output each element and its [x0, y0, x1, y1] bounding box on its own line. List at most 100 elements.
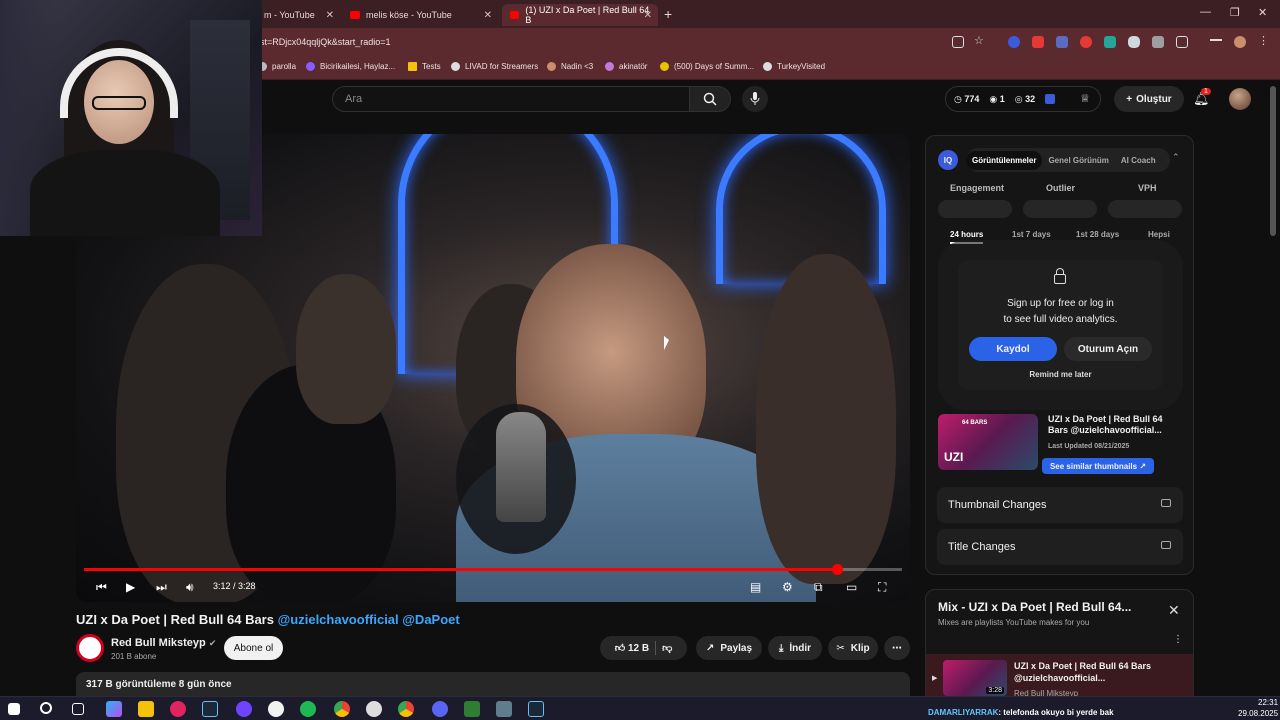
channel-stats-bar[interactable]: ◷ 774 ◉ 1 ◎ 32: [945, 86, 1101, 112]
seek-handle[interactable]: [831, 564, 843, 575]
create-button[interactable]: + Oluştur: [1114, 86, 1184, 112]
subtitles-icon[interactable]: ▤: [750, 580, 761, 594]
range-7-days[interactable]: 1st 7 days: [1012, 230, 1051, 239]
star-icon[interactable]: ☆: [974, 34, 986, 47]
playlist-item[interactable]: ▶ 3:28 UZI x Da Poet | Red Bull 64 Bars …: [926, 654, 1193, 698]
remind-later-link[interactable]: Remind me later: [958, 370, 1163, 379]
dislike-button[interactable]: 👎︎: [662, 642, 672, 654]
playlist-icon[interactable]: [1210, 39, 1222, 47]
profile-icon[interactable]: [1234, 36, 1246, 48]
seek-bar[interactable]: [84, 564, 902, 575]
windows-start-icon[interactable]: [8, 703, 20, 715]
extension-icon[interactable]: [1056, 36, 1068, 48]
search-icon[interactable]: [40, 702, 52, 714]
video-thumbnail[interactable]: 64 BARS UZI: [938, 414, 1038, 470]
tab-youtube-1[interactable]: m - YouTube ✕: [256, 4, 340, 26]
bookmark-500-days[interactable]: (500) Days of Summ...: [660, 62, 754, 71]
bookmark-akinator[interactable]: akinatör: [605, 62, 647, 71]
steam-icon[interactable]: [528, 701, 544, 717]
clip-button[interactable]: ✂ Klip: [828, 636, 878, 660]
download-button[interactable]: ⤓ İndir: [768, 636, 822, 660]
new-tab-icon[interactable]: +: [664, 6, 672, 22]
bookmark-turkeyvisited[interactable]: TurkeyVisited: [763, 62, 825, 71]
search-button[interactable]: [689, 86, 731, 112]
steam-icon[interactable]: [202, 701, 218, 717]
bookmark-tests[interactable]: Tests: [408, 62, 441, 71]
app-icon[interactable]: [236, 701, 252, 717]
url-text[interactable]: st=RDjcx04qqljQk&start_radio=1: [260, 37, 391, 47]
task-view-icon[interactable]: [72, 703, 84, 715]
obs-icon[interactable]: [366, 701, 382, 717]
account-avatar[interactable]: [1229, 88, 1251, 110]
close-icon[interactable]: ✕: [326, 10, 334, 21]
next-icon[interactable]: ⏭: [156, 580, 167, 595]
close-icon[interactable]: ✕: [1168, 602, 1180, 619]
minimize-icon[interactable]: —: [1200, 6, 1211, 18]
volume-icon[interactable]: 🔊︎: [186, 580, 194, 595]
play-icon[interactable]: ▶: [126, 580, 135, 594]
extension-icon[interactable]: [1152, 36, 1164, 48]
spotify-icon[interactable]: [300, 701, 316, 717]
range-24-hours[interactable]: 24 hours: [950, 230, 984, 244]
search-input[interactable]: Ara: [332, 86, 690, 112]
restore-icon[interactable]: ❐: [1230, 6, 1240, 19]
window-close-icon[interactable]: ✕: [1258, 6, 1267, 19]
close-icon[interactable]: ✕: [484, 10, 492, 21]
tab-youtube-active[interactable]: (1) UZI x Da Poet | Red Bull 64 B ✕: [502, 4, 658, 26]
tab-ai-coach[interactable]: AI Coach: [1115, 151, 1162, 170]
system-clock[interactable]: 22:31 29.08.2025: [1238, 697, 1278, 719]
miniplayer-icon[interactable]: ⧉: [814, 580, 823, 595]
copilot-icon[interactable]: [106, 701, 122, 717]
voice-search-button[interactable]: [742, 86, 768, 112]
channel-name[interactable]: Red Bull Miksteyp ✔: [111, 637, 216, 649]
mix-title[interactable]: Mix - UZI x Da Poet | Red Bull 64...: [938, 600, 1131, 614]
chrome-icon[interactable]: [334, 701, 350, 717]
page-scrollbar[interactable]: [1270, 86, 1276, 236]
bookmark-livad[interactable]: LIVAD for Streamers: [451, 62, 538, 71]
thumbnail-changes-row[interactable]: Thumbnail Changes: [937, 487, 1183, 523]
more-actions-button[interactable]: ⋯: [884, 636, 910, 660]
bookmark-parolla[interactable]: parolla: [258, 62, 296, 71]
discord-icon[interactable]: [432, 701, 448, 717]
signup-button[interactable]: Kaydol: [969, 337, 1057, 361]
tab-overview[interactable]: Genel Görünüm: [1042, 151, 1114, 170]
bookmark-nadin[interactable]: Nadin <3: [547, 62, 593, 71]
more-icon[interactable]: ⋮: [1173, 634, 1183, 645]
like-button[interactable]: 👍︎ 12 B: [615, 642, 649, 654]
tab-youtube-2[interactable]: melis köse - YouTube ✕: [342, 4, 498, 26]
app-icon[interactable]: [268, 701, 284, 717]
collapse-icon[interactable]: ⌃: [1172, 152, 1180, 163]
menu-icon[interactable]: ⋮: [1258, 34, 1270, 47]
extension-icon[interactable]: [1080, 36, 1092, 48]
file-explorer-icon[interactable]: [138, 701, 154, 717]
similar-thumbnails-button[interactable]: See similar thumbnails ↗: [1042, 458, 1154, 474]
description-box[interactable]: 317 B görüntüleme 8 gün önce: [76, 672, 910, 696]
minecraft-icon[interactable]: [464, 701, 480, 717]
login-button[interactable]: Oturum Açın: [1064, 337, 1152, 361]
subscribe-button[interactable]: Abone ol: [224, 636, 283, 660]
trophy-icon[interactable]: ♕: [1080, 92, 1090, 105]
close-icon[interactable]: ✕: [644, 10, 652, 21]
settings-icon[interactable]: ⚙: [782, 580, 793, 594]
fullscreen-icon[interactable]: ⛶: [878, 580, 886, 595]
title-changes-row[interactable]: Title Changes: [937, 529, 1183, 565]
share-button[interactable]: ↗ Paylaş: [696, 636, 762, 660]
extension-icon[interactable]: [1104, 36, 1116, 48]
opera-icon[interactable]: [170, 701, 186, 717]
extension-icon[interactable]: [1008, 36, 1020, 48]
notifications-button[interactable]: 🔔︎ 1: [1193, 88, 1211, 107]
range-28-days[interactable]: 1st 28 days: [1076, 230, 1119, 239]
bookmark-bicirikailesi[interactable]: Bicirikailesi, Haylaz...: [306, 62, 395, 71]
range-all[interactable]: Hepsi: [1148, 230, 1170, 239]
app-icon[interactable]: [496, 701, 512, 717]
puzzle-icon[interactable]: [1176, 36, 1188, 48]
install-icon[interactable]: [952, 36, 964, 48]
chrome-icon[interactable]: [398, 701, 414, 717]
previous-icon[interactable]: ⏮: [96, 580, 107, 595]
extension-icon[interactable]: [1032, 36, 1044, 48]
channel-avatar[interactable]: [76, 634, 104, 662]
shield-icon[interactable]: [1128, 36, 1140, 48]
theater-mode-icon[interactable]: ▭: [846, 580, 857, 594]
video-tags[interactable]: @uzielchavoofficial @DaPoet: [278, 612, 460, 627]
tab-views[interactable]: Görüntülenmeler: [966, 150, 1043, 170]
